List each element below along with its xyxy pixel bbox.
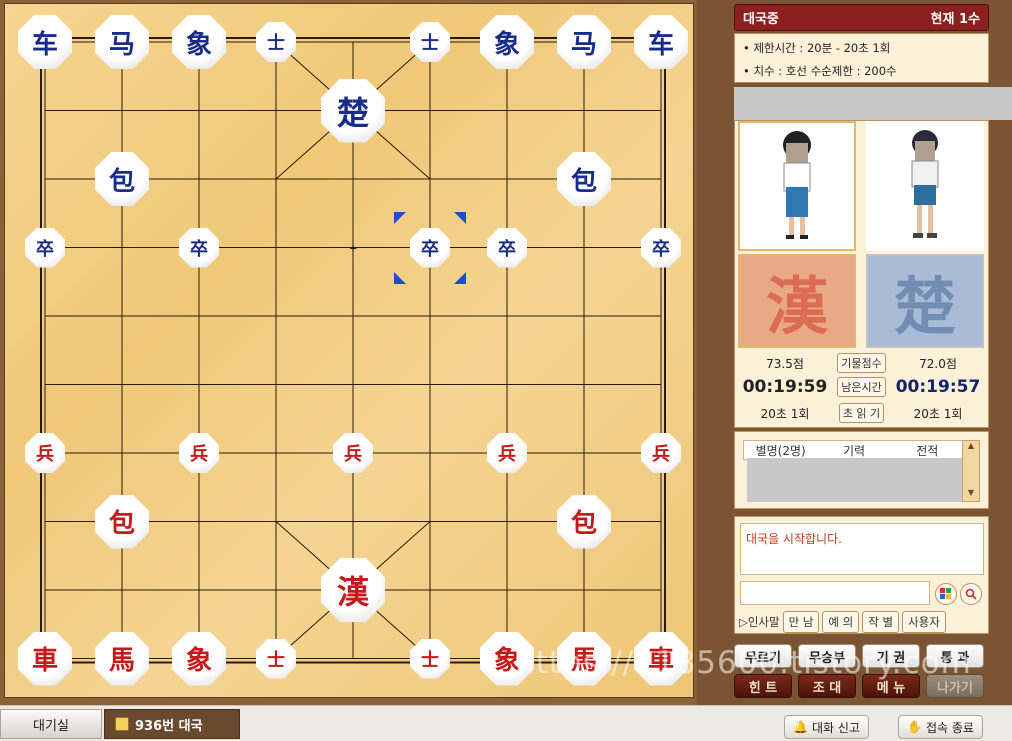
game-tab-icon [115,717,129,731]
red-piece-兵[interactable]: 兵 [641,433,681,473]
chat-log: 대국을 시작합니다. [740,523,984,575]
right-player-avatar[interactable] [866,121,984,251]
spectator-header: 별명(2명) 기력 전적 [743,440,965,460]
svg-text:+: + [349,244,357,255]
janggi-board[interactable]: + 车马象士士象马车楚包包卒卒卒卒卒兵兵兵兵兵包包漢車馬象士士象馬車 [4,3,694,698]
right-score: 72.0점 [919,356,957,371]
left-time: 00:19:59 [742,377,828,397]
game-status-bar: 대국중 현재 1수 [734,4,989,31]
blue-piece-楚[interactable]: 楚 [321,78,385,143]
redacted-strip [734,87,1012,120]
players-panel: 漢 楚 73.5점 기물점수 72.0점 00:19:59 남은시간 00:19… [734,120,989,428]
logout-label: 접속 종료 [925,720,974,735]
left-player-avatar[interactable] [738,121,856,251]
hand-icon: ✋ [907,720,922,734]
greeting-label: ▷인사말 [739,615,780,629]
red-piece-士[interactable]: 士 [410,638,450,679]
avatar-girl-icon [783,131,811,239]
greet-meet-button[interactable]: 만 남 [782,611,820,633]
selection-corner-icon [454,271,466,284]
report-chat-button[interactable]: 🔔 대화 신고 [784,715,869,739]
logout-button[interactable]: ✋ 접속 종료 [898,715,983,739]
blue-piece-卒[interactable]: 卒 [410,227,450,268]
selection-corner-icon [454,211,466,224]
red-piece-兵[interactable]: 兵 [487,433,527,473]
tab-game[interactable]: 936번 대국 [104,709,240,739]
tab-game-label: 936번 대국 [135,718,203,734]
bottom-bar: 대기실 936번 대국 🔔 대화 신고 ✋ 접속 종료 [0,705,1012,741]
blue-piece-包[interactable]: 包 [95,152,149,206]
time-row: 00:19:59 남은시간 00:19:57 [735,377,988,397]
left-byoyomi: 20초 1회 [760,406,810,421]
blue-piece-卒[interactable]: 卒 [25,227,65,268]
avatar-boy-icon [911,130,939,238]
red-piece-兵[interactable]: 兵 [25,433,65,473]
right-panel: 대국중 현재 1수 • 제한시간 : 20분 - 20초 1회 • 치수 : 호… [697,0,1012,705]
selection-corner-icon [394,211,406,224]
report-chat-label: 대화 신고 [811,720,860,735]
scroll-up-icon[interactable]: ▲ [963,441,979,450]
blue-piece-象[interactable]: 象 [172,15,226,69]
col-skill[interactable]: 기력 [817,442,890,459]
chat-panel: 대국을 시작합니다. ▷인사말 만 남 예 의 작 별 사용자 [734,516,989,634]
status-title: 대국중 [743,12,779,27]
col-nickname[interactable]: 별명(2명) [744,442,817,459]
bell-icon: 🔔 [793,720,808,734]
greet-courtesy-button[interactable]: 예 의 [822,611,860,633]
handicap-rule: • 치수 : 호선 수순제한 : 200수 [743,64,897,78]
greet-farewell-button[interactable]: 작 별 [862,611,900,633]
blue-piece-卒[interactable]: 卒 [641,227,681,268]
redacted-spectators [747,458,965,502]
byoyomi-row: 20초 1회 초 읽 기 20초 1회 [735,403,988,423]
score-row: 73.5점 기물점수 72.0점 [735,353,988,373]
red-piece-兵[interactable]: 兵 [333,433,373,473]
color-grid-icon [940,588,951,599]
time-limit-rule: • 제한시간 : 20분 - 20초 1회 [743,41,891,55]
spectator-scrollbar[interactable]: ▲ ▼ [962,440,980,502]
blue-piece-士[interactable]: 士 [256,22,296,62]
material-score-label: 기물점수 [837,353,886,373]
blue-piece-卒[interactable]: 卒 [487,227,527,268]
blue-piece-士[interactable]: 士 [410,22,450,62]
red-piece-兵[interactable]: 兵 [179,433,219,473]
tab-lobby-label: 대기실 [33,718,69,734]
spectator-list: 별명(2명) 기력 전적 ▲ ▼ [734,431,989,509]
selection-corner-icon [394,271,406,284]
move-counter: 현재 1수 [930,12,980,27]
han-side-mark: 漢 [738,254,856,348]
search-icon[interactable] [960,583,982,605]
right-time: 00:19:57 [895,377,981,397]
col-record[interactable]: 전적 [891,442,964,459]
chat-input[interactable] [740,581,930,605]
cho-side-mark: 楚 [866,254,984,348]
board-frame: + 车马象士士象马车楚包包卒卒卒卒卒兵兵兵兵兵包包漢車馬象士士象馬車 [0,0,697,705]
game-rules: • 제한시간 : 20분 - 20초 1회 • 치수 : 호선 수순제한 : 2… [734,33,989,83]
red-piece-士[interactable]: 士 [256,638,296,679]
remaining-time-label: 남은시간 [837,377,886,397]
tab-lobby[interactable]: 대기실 [0,709,102,739]
watermark: https://1185600.tistory.com [515,645,972,681]
emoticon-icon[interactable] [935,583,957,605]
blue-piece-卒[interactable]: 卒 [179,227,219,268]
right-byoyomi: 20초 1회 [913,406,963,421]
greet-custom-button[interactable]: 사용자 [902,611,946,633]
byoyomi-label: 초 읽 기 [838,403,885,423]
scroll-down-icon[interactable]: ▼ [963,488,979,497]
left-score: 73.5점 [766,356,804,371]
greeting-row: ▷인사말 만 남 예 의 작 별 사용자 [739,611,946,633]
